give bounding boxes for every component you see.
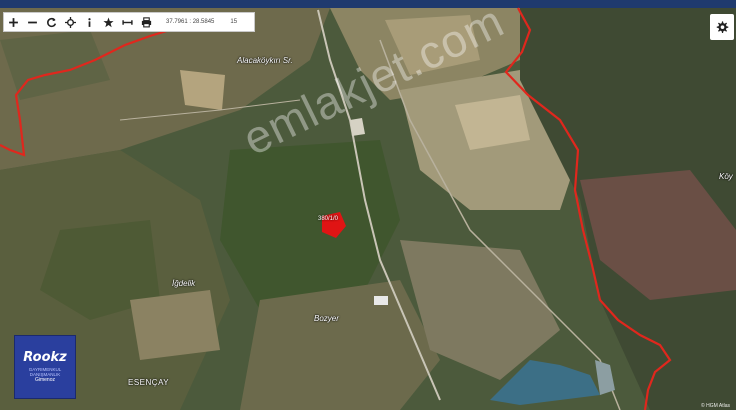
gear-icon — [716, 21, 729, 33]
measure-icon — [122, 19, 133, 25]
zoom-out-button[interactable] — [23, 13, 42, 31]
crosshair-icon — [65, 16, 76, 28]
logo-subtitle-2: Gimenoz — [34, 377, 55, 384]
info-icon — [88, 17, 91, 27]
print-icon — [141, 16, 152, 27]
favorite-button[interactable] — [99, 13, 118, 31]
coordinate-readout: 37.7961 : 28.5845 — [166, 19, 215, 25]
zoom-in-icon — [9, 17, 18, 27]
settings-button[interactable] — [710, 14, 734, 40]
logo-main-text: Rookz — [23, 349, 67, 365]
info-button[interactable] — [80, 13, 99, 31]
measure-button[interactable] — [118, 13, 137, 31]
print-button[interactable] — [137, 13, 156, 31]
refresh-icon — [47, 17, 57, 27]
place-label-alacakoykiri: Alacaköykırı Sr. — [237, 56, 293, 65]
locate-button[interactable] — [61, 13, 80, 31]
satellite-map[interactable]: emlakjet.com Alacaköykırı Sr. İğdelik Bo… — [0, 0, 736, 410]
map-attribution: © HGM Atlas — [701, 403, 730, 409]
logo-subtitle: GAYRIMENKUL DANIŞMANLIK — [28, 366, 62, 377]
zoom-out-icon — [28, 21, 37, 23]
zoom-level: 15 — [230, 19, 238, 25]
agency-logo: Rookz GAYRIMENKUL DANIŞMANLIK Gimenoz — [14, 335, 76, 399]
place-label-bozyer: Bozyer — [314, 314, 339, 323]
parcel-label: 380/1/0 — [318, 216, 339, 222]
star-icon — [103, 17, 114, 27]
place-label-koy: Köy — [719, 172, 733, 181]
place-label-igdelik: İğdelik — [172, 279, 196, 288]
place-label-esencay: ESENÇAY — [128, 378, 170, 387]
map-toolbar: 37.7961 : 28.5845 15 — [3, 12, 255, 32]
refresh-button[interactable] — [42, 13, 61, 31]
zoom-in-button[interactable] — [4, 13, 23, 31]
